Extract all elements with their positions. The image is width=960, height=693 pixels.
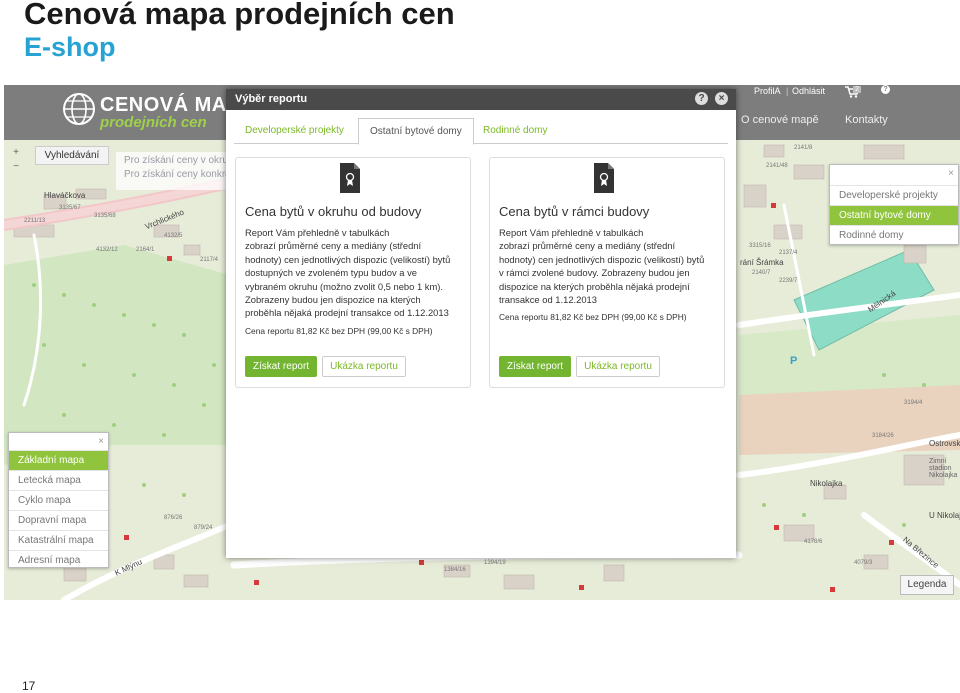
parcel-label: 2164/1 — [136, 247, 155, 253]
card-description: Report Vám přehledně v tabulkách zobrazí… — [499, 227, 705, 306]
nav-about[interactable]: O cenové mapě — [741, 114, 819, 126]
street-label: Zimní stadion Nikolajka — [929, 458, 958, 479]
category-item-apartment-buildings[interactable]: Ostatní bytové domy — [830, 205, 958, 225]
zoom-in-button[interactable]: + — [10, 146, 22, 160]
parcel-label: 4079/3 — [854, 560, 873, 566]
parcel-label: 2141/8 — [794, 145, 813, 151]
parcel-label: 876/26 — [164, 515, 183, 521]
layer-item-aerial[interactable]: Letecká mapa — [9, 470, 108, 490]
parcel-label: 3135/67 — [59, 205, 81, 211]
report-card-radius: Cena bytů v okruhu od budovy Report Vám … — [235, 157, 471, 388]
report-document-icon — [594, 163, 614, 193]
info-hint: Pro získání ceny v okruh Pro získání cen… — [116, 152, 239, 190]
street-label: U Nikolaj — [929, 511, 960, 520]
card-description: Report Vám přehledně v tabulkách zobrazí… — [245, 227, 451, 319]
layer-item-basic[interactable]: Základní mapa — [9, 450, 108, 470]
close-icon[interactable]: × — [98, 436, 104, 447]
logout-link[interactable]: Odhlásit — [792, 86, 825, 96]
info-line: Pro získání ceny v okruh — [124, 155, 234, 166]
globe-logo-icon — [63, 93, 95, 125]
parcel-label: 1384/16 — [444, 567, 466, 573]
dialog-header: Výběr reportu ? × — [226, 89, 736, 110]
parcel-label: 1394/19 — [484, 560, 506, 566]
parcel-label: 2239/7 — [779, 278, 798, 284]
card-title: Cena bytů v rámci budovy — [499, 204, 650, 219]
close-icon[interactable]: × — [948, 168, 954, 179]
street-label: Hlaváčkova — [44, 191, 86, 200]
logo-subtitle: prodejních cen — [100, 114, 207, 131]
layer-panel: × Základní mapa Letecká mapa Cyklo mapa … — [8, 432, 109, 568]
page-number: 17 — [22, 679, 36, 693]
info-line: Pro získání ceny konkrét — [124, 169, 234, 180]
parcel-label: 3135/68 — [94, 213, 116, 219]
street-label: Nikolajka — [810, 479, 843, 488]
report-selection-dialog: Výběr reportu ? × Developerské projekty … — [226, 89, 736, 558]
search-button[interactable]: Vyhledávání — [35, 146, 109, 165]
app-screenshot: Hlaváčkova Vrchlického Mělnická Ostrovsk… — [4, 85, 960, 600]
slide-subtitle: E-shop — [24, 32, 116, 62]
parcel-label: 3184/26 — [872, 433, 894, 439]
zoom-control: + − — [10, 146, 22, 176]
tab-apartment-buildings[interactable]: Ostatní bytové domy — [358, 118, 474, 145]
layer-item-cadastral[interactable]: Katastrální mapa — [9, 530, 108, 550]
parcel-label: 3315/16 — [749, 243, 771, 249]
category-item-developer[interactable]: Developerské projekty — [830, 185, 958, 205]
sample-report-button[interactable]: Ukázka reportu — [322, 356, 406, 377]
cart-count-badge: 2 — [853, 86, 861, 93]
dialog-title: Výběr reportu — [235, 93, 308, 105]
layer-item-traffic[interactable]: Dopravní mapa — [9, 510, 108, 530]
parcel-label: 879/24 — [194, 525, 213, 531]
layer-item-cycle[interactable]: Cyklo mapa — [9, 490, 108, 510]
separator: | — [786, 86, 789, 96]
help-icon[interactable]: ? — [695, 92, 708, 105]
parcel-label: 4132/5 — [164, 233, 183, 239]
street-label: rání Šrámka — [740, 258, 784, 267]
parcel-label: 4178/6 — [804, 539, 823, 545]
profile-link[interactable]: ProfilA — [754, 86, 781, 96]
report-document-icon — [340, 163, 360, 193]
sample-report-button[interactable]: Ukázka reportu — [576, 356, 660, 377]
logo[interactable]: CENOVÁ MAPA prodejních cen — [62, 92, 254, 131]
parcel-label: 2211/13 — [24, 218, 46, 224]
get-report-button[interactable]: Získat report — [245, 356, 317, 377]
nav-contacts[interactable]: Kontakty — [845, 114, 888, 126]
parcel-label: 3194/4 — [904, 400, 923, 406]
tab-family-houses[interactable]: Rodinné domy — [472, 118, 558, 143]
tab-developer-projects[interactable]: Developerské projekty — [234, 118, 355, 143]
card-price: Cena reportu 81,82 Kč bez DPH (99,00 Kč … — [245, 326, 433, 336]
parcel-label: 2137/4 — [779, 250, 798, 256]
category-item-family-houses[interactable]: Rodinné domy — [830, 225, 958, 245]
zoom-out-button[interactable]: − — [10, 160, 22, 174]
get-report-button[interactable]: Získat report — [499, 356, 571, 377]
parcel-label: 4132/12 — [96, 247, 118, 253]
help-icon[interactable]: ? — [881, 85, 890, 94]
parcel-label: 2117/4 — [200, 257, 218, 263]
legend-button[interactable]: Legenda — [900, 575, 954, 595]
card-title: Cena bytů v okruhu od budovy — [245, 204, 422, 219]
category-panel: × Developerské projekty Ostatní bytové d… — [829, 164, 959, 245]
parking-label: P — [790, 355, 798, 367]
street-label: Ostrovsk — [929, 439, 960, 448]
parcel-label: 2141/48 — [766, 163, 788, 169]
layer-item-address[interactable]: Adresní mapa — [9, 550, 108, 570]
close-icon[interactable]: × — [715, 92, 728, 105]
report-card-building: Cena bytů v rámci budovy Report Vám přeh… — [489, 157, 725, 388]
card-price: Cena reportu 81,82 Kč bez DPH (99,00 Kč … — [499, 312, 687, 322]
report-tabs: Developerské projekty Ostatní bytové dom… — [234, 118, 728, 145]
parcel-label: 2140/7 — [752, 270, 771, 276]
slide-title: Cenová mapa prodejních cen — [24, 0, 455, 31]
